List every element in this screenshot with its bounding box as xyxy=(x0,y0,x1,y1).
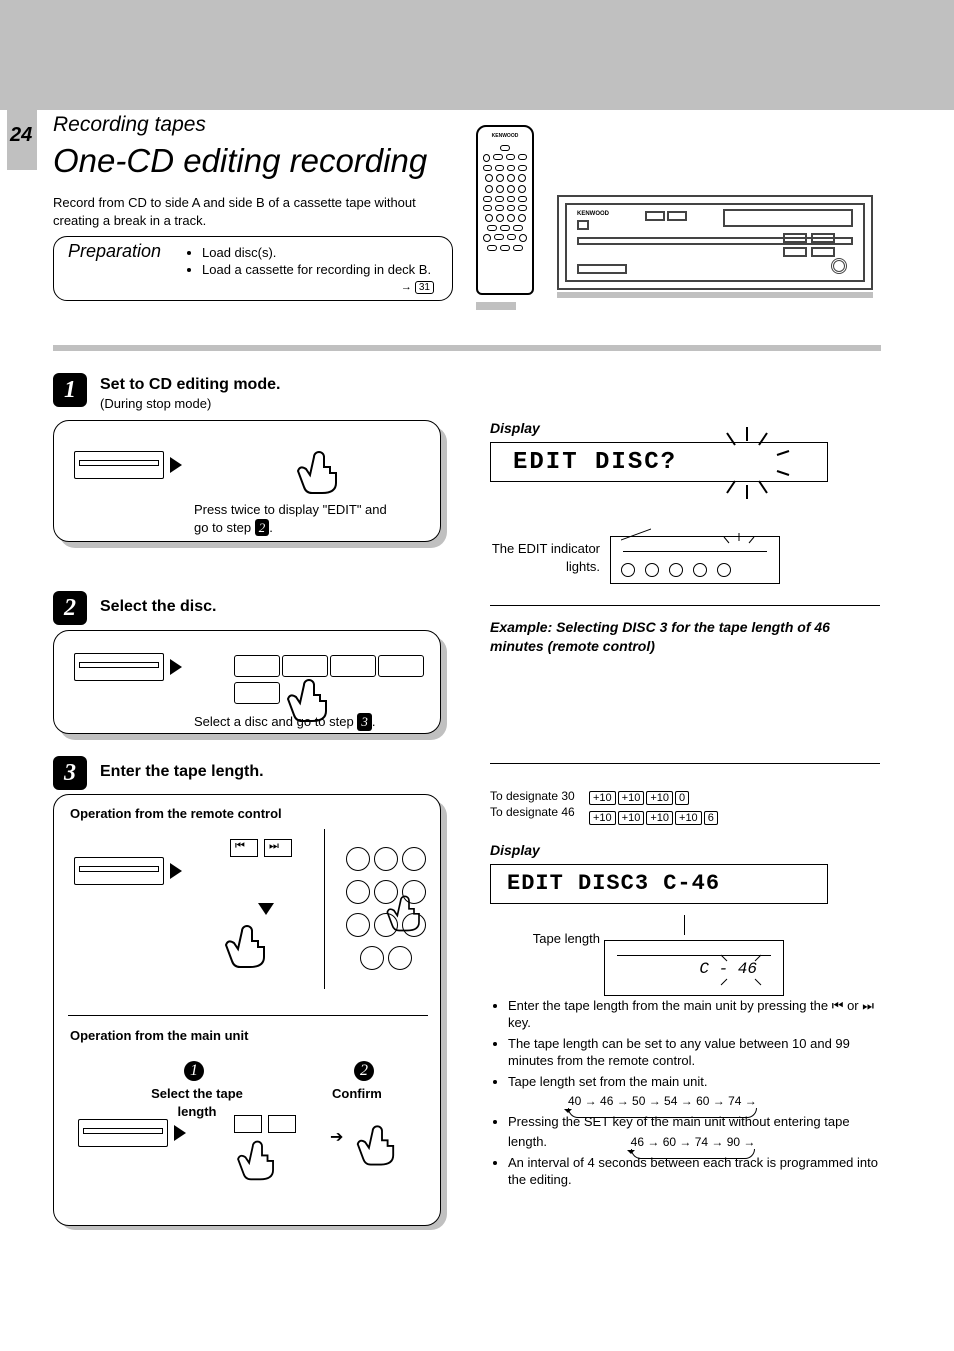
sub-step-2-label: Confirm xyxy=(332,1085,382,1103)
step2-title: Select the disc. xyxy=(100,598,217,616)
remote-base-rule xyxy=(476,302,516,310)
next-track-icon: ⏭ xyxy=(862,998,874,1013)
main-unit-illustration: KENWOOD xyxy=(557,195,873,290)
preparation-heading: Preparation xyxy=(68,241,161,262)
page-number: 24 xyxy=(10,124,32,147)
step1-subtitle: (During stop mode) xyxy=(100,396,211,411)
pressing-hand-icon xyxy=(384,891,434,935)
example-key-sequence-46: +10+10+10+106 xyxy=(588,808,719,826)
blink-sparks-icon xyxy=(717,425,797,501)
small-unit-icon xyxy=(74,451,164,479)
step3-card: Operation from the remote control ⏮ ⏭ Op… xyxy=(53,794,441,1226)
remote-control-illustration: KENWOOD xyxy=(476,125,534,295)
note-item: Pressing the SET key of the main unit wi… xyxy=(508,1114,882,1151)
sub-step-2-badge: 2 xyxy=(354,1061,374,1081)
step1-title: Set to CD editing mode. xyxy=(100,376,280,394)
display-heading-1: Display xyxy=(490,420,540,436)
display-text-1: EDIT DISC? xyxy=(513,449,677,476)
example-remote-instr: To designate 30 To designate 46 xyxy=(490,788,585,820)
tape-length-caption: Tape length xyxy=(490,930,600,948)
page-ref-chip: 31 xyxy=(415,281,434,294)
arrow-right-icon xyxy=(170,457,182,473)
edit-indicator-caption: The EDIT indicatorlights. xyxy=(490,540,600,575)
arrow-down-icon xyxy=(258,903,274,915)
section-divider xyxy=(53,345,881,351)
arrow-right-icon xyxy=(174,1125,186,1141)
preparation-item: Load disc(s). xyxy=(202,245,431,260)
small-unit-icon xyxy=(78,1119,168,1147)
note-item: An interval of 4 seconds between each tr… xyxy=(508,1155,882,1189)
sub-step-1-badge: 1 xyxy=(184,1061,204,1081)
step-badge-2: 2 xyxy=(53,591,87,625)
section-heading-small: Recording tapes xyxy=(53,113,206,137)
skip-buttons xyxy=(234,1115,296,1133)
preparation-box: Preparation Load disc(s). Load a cassett… xyxy=(53,236,453,301)
arrow-right-icon xyxy=(170,863,182,879)
mainunit-operation-caption: Operation from the main unit xyxy=(70,1027,248,1045)
notes-list: Enter the tape length from the main unit… xyxy=(490,998,882,1193)
prev-track-icon: ⏮ xyxy=(235,840,245,853)
remote-operation-caption: Operation from the remote control xyxy=(70,805,282,823)
display-text-2: EDIT DISC3 C-46 xyxy=(507,871,720,896)
step2-card: Select a disc and go to step 3. xyxy=(53,630,441,734)
step1-card: Press twice to display "EDIT" andgo to s… xyxy=(53,420,441,542)
pressing-hand-icon xyxy=(354,1121,410,1169)
section-heading-large: One-CD editing recording xyxy=(53,142,427,180)
page-ref: →31 xyxy=(401,281,434,294)
note-item: The tape length can be set to any value … xyxy=(508,1036,882,1070)
thin-divider xyxy=(490,763,880,764)
pressing-hand-icon xyxy=(294,447,354,497)
next-track-icon: ⏭ xyxy=(269,840,279,853)
blink-mini-icon xyxy=(715,951,775,991)
flow-arrow-icon: ➔ xyxy=(330,1127,343,1147)
step-badge-1: 1 xyxy=(53,373,87,407)
example-heading: Example: Selecting DISC 3 for the tape l… xyxy=(490,618,872,656)
card-divider-horiz xyxy=(68,1015,428,1016)
unit-brand: KENWOOD xyxy=(577,211,609,217)
arrow-right-icon xyxy=(170,659,182,675)
intro-text: Record from CD to side A and side B of a… xyxy=(53,194,443,229)
small-unit-icon xyxy=(74,653,164,681)
thin-divider xyxy=(490,605,880,606)
step3-title: Enter the tape length. xyxy=(100,763,264,781)
leader-line xyxy=(684,915,685,935)
preparation-item: Load a cassette for recording in deck B. xyxy=(202,262,431,277)
page-top-band xyxy=(0,0,954,110)
remote-button-grid xyxy=(483,145,527,287)
display-panel-2: EDIT DISC3 C-46 xyxy=(490,864,828,904)
remote-brand: KENWOOD xyxy=(478,133,532,139)
display-panel-1: EDIT DISC? xyxy=(490,442,828,482)
pressing-hand-icon xyxy=(234,1137,290,1183)
display-heading-2: Display xyxy=(490,842,540,858)
card-divider-vert xyxy=(324,829,325,989)
skip-buttons: ⏮ ⏭ xyxy=(230,839,292,857)
unit-base-rule xyxy=(557,292,873,298)
example-key-sequence-30: +10+10+100 xyxy=(588,788,690,806)
preparation-list: Load disc(s). Load a cassette for record… xyxy=(202,245,431,279)
note-item: Enter the tape length from the main unit… xyxy=(508,998,882,1032)
step2-instruction: Select a disc and go to step 3. xyxy=(194,713,434,731)
blink-mini-icon xyxy=(719,533,759,563)
prev-track-icon: ⏮ xyxy=(832,998,844,1013)
small-unit-icon xyxy=(74,857,164,885)
tape-length-lcd: C - 46 xyxy=(604,940,784,996)
edit-indicator-lcd xyxy=(610,536,780,584)
note-item: Tape length set from the main unit. 40 →… xyxy=(508,1074,882,1111)
pressing-hand-icon xyxy=(222,921,282,971)
step-badge-3: 3 xyxy=(53,756,87,790)
step1-instruction: Press twice to display "EDIT" andgo to s… xyxy=(194,501,424,536)
